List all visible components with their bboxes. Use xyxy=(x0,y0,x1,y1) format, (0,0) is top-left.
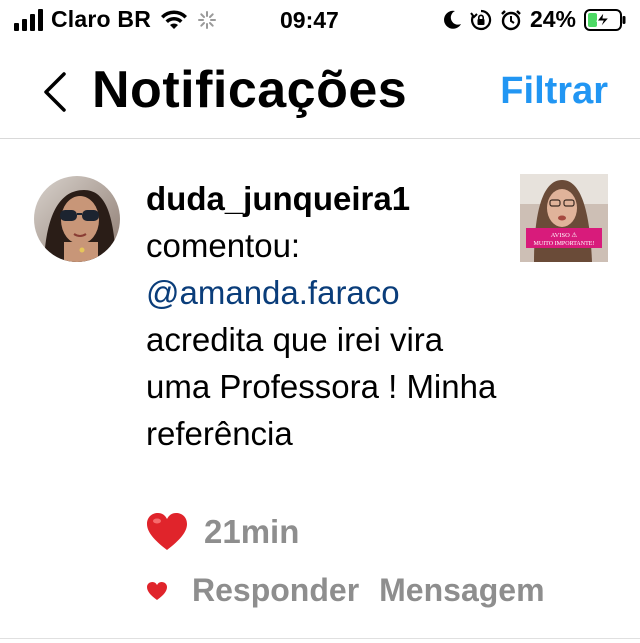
avatar[interactable] xyxy=(34,176,120,262)
mention-link[interactable]: @amanda.faraco xyxy=(146,274,400,311)
username-link[interactable]: duda_junqueira1 xyxy=(146,175,506,222)
orientation-lock-icon xyxy=(470,9,492,30)
filter-button[interactable]: Filtrar xyxy=(500,70,608,113)
post-thumbnail[interactable]: AVISO ⚠ MUITO IMPORTANTE! xyxy=(520,174,608,262)
comment-text: acredita que irei vira uma Professora ! … xyxy=(146,321,497,452)
moon-icon xyxy=(444,10,461,29)
alarm-icon xyxy=(501,9,521,30)
notification-text: duda_junqueira1 comentou: @amanda.faraco… xyxy=(146,175,506,457)
header-divider xyxy=(0,138,640,139)
page-title: Notificações xyxy=(92,61,408,119)
status-left: Claro BR xyxy=(14,6,217,33)
status-right: 24% xyxy=(442,6,626,33)
chevron-left-icon[interactable] xyxy=(36,68,72,116)
reply-button[interactable]: Responder xyxy=(192,572,359,609)
carrier-name: Claro BR xyxy=(51,6,152,32)
notification-action: comentou: xyxy=(146,227,301,264)
navigation-header: Notificações Filtrar xyxy=(0,48,640,138)
message-button[interactable]: Mensagem xyxy=(379,572,544,609)
wifi-icon xyxy=(161,9,188,29)
notification-meta: 21min xyxy=(146,512,299,552)
thumbnail-caption-line1: AVISO ⚠ xyxy=(551,231,578,239)
signal-icon xyxy=(14,8,43,31)
thumbnail-caption-line2: MUITO IMPORTANTE! xyxy=(534,241,595,247)
like-heart-icon[interactable] xyxy=(146,581,168,601)
notification-actions: Responder Mensagem xyxy=(146,572,565,609)
notification-time: 21min xyxy=(204,513,300,550)
bottom-divider xyxy=(0,638,640,639)
status-time: 09:47 xyxy=(280,7,339,33)
battery-percent: 24% xyxy=(529,6,576,32)
activity-spinner-icon xyxy=(198,10,217,29)
battery-charging-icon xyxy=(584,8,626,31)
heart-emoji-icon xyxy=(147,513,187,550)
status-bar: Claro BR 09:47 24% xyxy=(0,0,640,40)
